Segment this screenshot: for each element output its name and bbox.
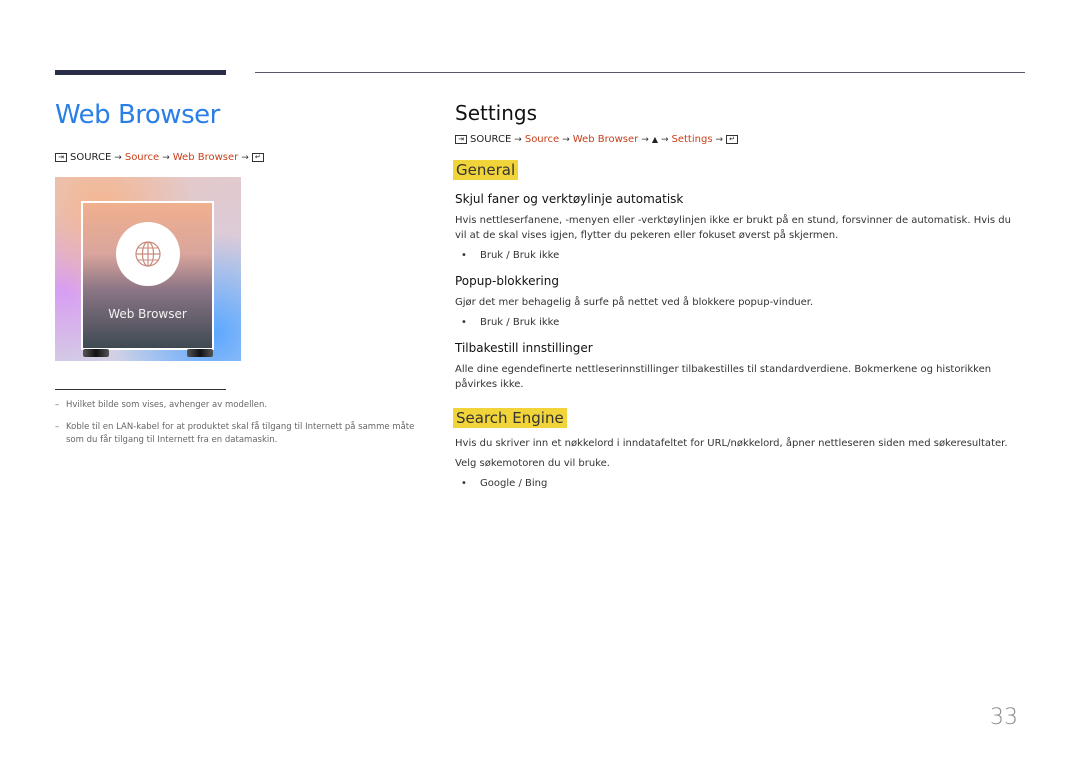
bullet-icon: • [461,478,467,489]
page-title: Web Browser [55,100,220,130]
note-item: – Hvilket bilde som vises, avhenger av m… [55,399,425,412]
right-column: Settings ⇥ SOURCE → Source → Web Browser… [453,100,1025,491]
path-step-source: Source [524,134,560,145]
arrow-icon: → [514,134,522,145]
search-engine-instruction: Velg søkemotoren du vil bruke. [455,458,610,469]
web-browser-thumbnail: Web Browser [55,177,241,361]
note-text: Koble til en LAN-kabel for at produktet … [66,422,415,445]
setting-popup-blocking: Popup-blokkering Gjør det mer behagelig … [455,273,1025,330]
header-bar-thick [55,70,226,75]
page-number: 33 [990,705,1018,730]
stand-foot-right [187,349,213,357]
search-engine-option: • Google / Bing [461,476,1025,491]
setting-hide-tabs: Skjul faner og verktøylinje automatisk H… [455,191,1025,263]
header-rule [255,72,1025,73]
setting-title: Skjul faner og verktøylinje automatisk [455,192,684,206]
enter-icon: ↵ [251,153,264,162]
settings-menu-path: ⇥ SOURCE → Source → Web Browser → ▲ → Se… [455,134,1025,145]
up-triangle-icon: ▲ [651,135,658,144]
setting-title: Popup-blokkering [455,274,559,288]
path-step-settings: Settings [671,134,713,145]
arrow-icon: → [241,152,249,163]
dash-icon: – [55,422,60,432]
enter-icon: ↵ [726,135,739,144]
general-heading: General [453,160,519,180]
section-title: Settings [455,101,538,125]
dash-icon: – [55,400,60,410]
source-icon: ⇥ [55,153,67,162]
left-column: Web Browser ⇥ SOURCE → Source → Web Brow… [55,98,425,456]
notes-divider [55,389,226,390]
arrow-icon: → [660,134,669,145]
note-text: Hvilket bilde som vises, avhenger av mod… [66,400,268,410]
note-item: – Koble til en LAN-kabel for at produkte… [55,421,425,447]
path-step-source: Source [124,152,160,163]
thumbnail-label: Web Browser [108,307,187,321]
option-text: Bruk / Bruk ikke [480,250,560,261]
arrow-icon: → [562,134,570,145]
path-source: SOURCE [470,134,512,145]
arrow-icon: → [715,134,724,145]
setting-description: Gjør det mer behagelig å surfe på nettet… [455,297,814,308]
path-step-web-browser: Web Browser [172,152,239,163]
search-engine-description: Hvis du skriver inn et nøkkelord i innda… [455,438,1008,449]
arrow-icon: → [114,152,122,163]
setting-description: Alle dine egendefinerte nettleserinnstil… [455,364,992,390]
notes: – Hvilket bilde som vises, avhenger av m… [55,399,425,447]
setting-reset: Tilbakestill innstillinger Alle dine ege… [455,340,1025,392]
stand-foot-left [83,349,109,357]
setting-title: Tilbakestill innstillinger [455,341,593,355]
path-step-web-browser: Web Browser [572,134,639,145]
arrow-icon: → [641,134,649,145]
path-source: SOURCE [70,152,112,163]
bullet-icon: • [461,250,467,261]
arrow-icon: → [162,152,170,163]
option-text: Google / Bing [480,478,548,489]
setting-description: Hvis nettleserfanene, -menyen eller -ver… [455,215,1011,241]
setting-option: • Bruk / Bruk ikke [461,315,1025,330]
globe-circle [116,222,180,286]
search-engine-section: Hvis du skriver inn et nøkkelord i innda… [455,436,1025,491]
menu-path: ⇥ SOURCE → Source → Web Browser → ↵ [55,152,425,163]
thumbnail-card: Web Browser [81,201,214,350]
setting-option: • Bruk / Bruk ikke [461,248,1025,263]
option-text: Bruk / Bruk ikke [480,317,560,328]
source-icon: ⇥ [455,135,467,144]
globe-icon [135,241,161,267]
search-engine-heading: Search Engine [453,408,567,428]
bullet-icon: • [461,317,467,328]
